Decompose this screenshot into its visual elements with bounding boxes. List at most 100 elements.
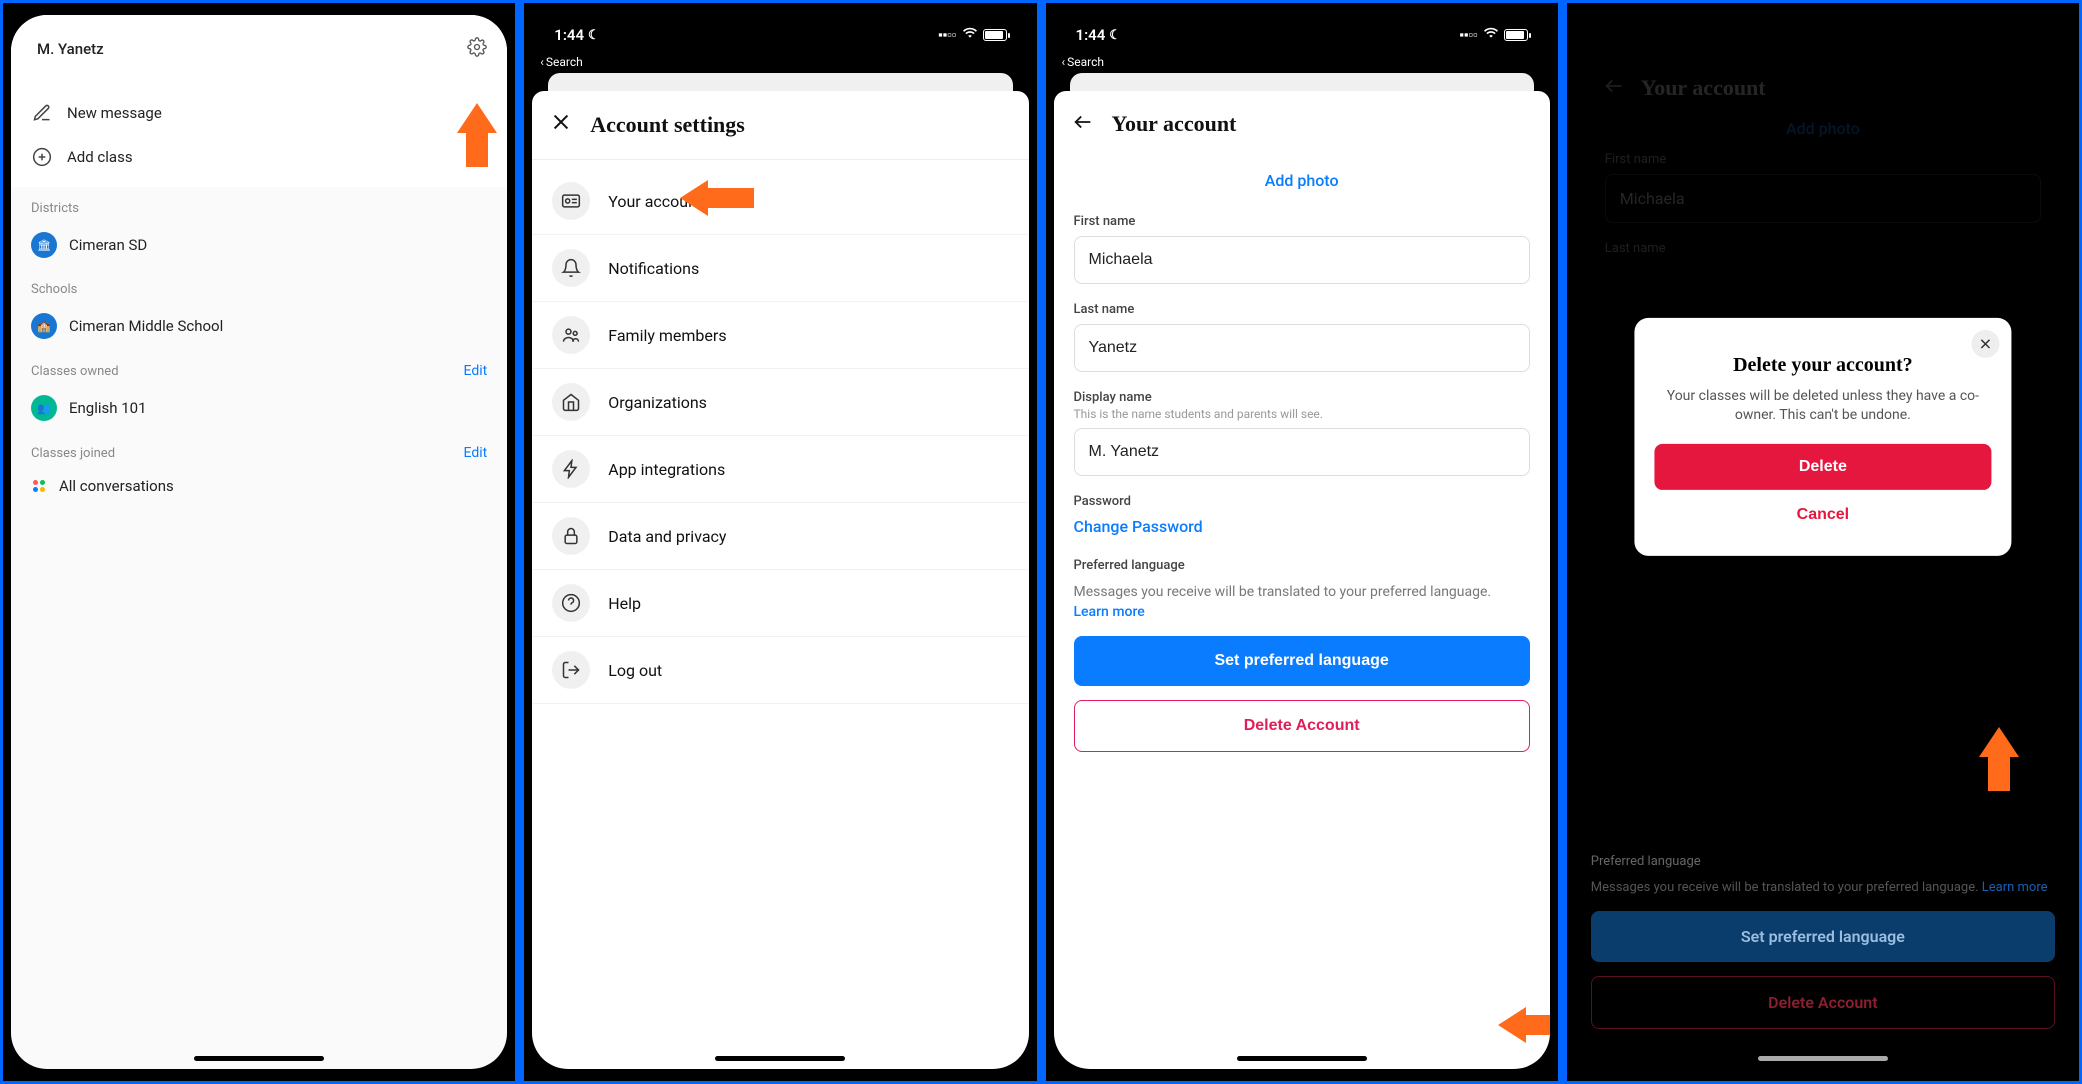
close-icon[interactable]: [1971, 330, 1999, 358]
display-name-label: Display name: [1074, 390, 1530, 405]
schools-heading: Schools: [31, 282, 77, 297]
status-bar: 1:44 ☾ ▪▪▫▫: [532, 15, 1028, 55]
preferred-language-hint: Messages you receive will be translated …: [1074, 583, 1530, 622]
annotation-arrow-icon: [680, 180, 708, 216]
password-label: Password: [1074, 494, 1530, 509]
settings-privacy[interactable]: Data and privacy: [532, 503, 1028, 570]
people-icon: [552, 316, 590, 354]
district-label: Cimeran SD: [69, 236, 147, 254]
annotation-arrow-icon: [1979, 727, 2019, 757]
preferred-language-label: Preferred language: [1074, 558, 1530, 573]
profile-name: M. Yanetz: [37, 40, 104, 58]
edit-owned-link[interactable]: Edit: [464, 363, 488, 379]
add-class-button[interactable]: Add class: [11, 135, 507, 179]
bolt-icon: [552, 450, 590, 488]
panel-sidebar: M. Yanetz New message Add class District…: [0, 0, 518, 1084]
battery-icon: [1504, 29, 1528, 41]
home-indicator: [715, 1056, 845, 1061]
add-photo-link[interactable]: Add photo: [1074, 161, 1530, 204]
districts-heading: Districts: [31, 201, 79, 216]
settings-your-account[interactable]: Your account: [532, 168, 1028, 235]
class-item[interactable]: 👥 English 101: [11, 385, 507, 431]
classes-owned-heading: Classes owned: [31, 364, 119, 379]
settings-item-label: Notifications: [608, 259, 699, 278]
status-time: 1:44: [554, 26, 584, 44]
lock-icon: [552, 517, 590, 555]
pref-lang-dim: Preferred language: [1591, 854, 2055, 869]
new-message-label: New message: [67, 104, 162, 122]
close-icon[interactable]: [550, 111, 574, 139]
all-conversations-item[interactable]: All conversations: [11, 467, 507, 505]
settings-item-label: Help: [608, 594, 641, 613]
add-class-label: Add class: [67, 148, 133, 166]
page-title: Account settings: [590, 112, 745, 138]
change-password-link[interactable]: Change Password: [1074, 517, 1530, 536]
plus-circle-icon: [31, 147, 53, 167]
confirm-delete-button[interactable]: Delete: [1654, 444, 1991, 490]
edit-joined-link[interactable]: Edit: [464, 445, 488, 461]
bell-icon: [552, 249, 590, 287]
settings-integrations[interactable]: App integrations: [532, 436, 1028, 503]
signal-icon: ▪▪▫▫: [938, 27, 956, 43]
logout-icon: [552, 651, 590, 689]
settings-organizations[interactable]: Organizations: [532, 369, 1028, 436]
settings-item-label: Organizations: [608, 393, 707, 412]
compose-icon: [31, 103, 53, 123]
delete-account-dim: Delete Account: [1591, 976, 2055, 1029]
school-item[interactable]: 🏫 Cimeran Middle School: [11, 303, 507, 349]
signal-icon: ▪▪▫▫: [1459, 27, 1477, 43]
settings-item-label: Family members: [608, 326, 726, 345]
set-lang-dim: Set preferred language: [1591, 911, 2055, 962]
first-name-input[interactable]: [1074, 236, 1530, 284]
panel-your-account: 1:44☾ ▪▪▫▫ ‹ Search Your account Add pho…: [1043, 0, 1561, 1084]
moon-icon: ☾: [588, 28, 600, 43]
back-to-search[interactable]: ‹ Search: [1054, 55, 1550, 73]
last-name-input[interactable]: [1074, 324, 1530, 372]
status-time: 1:44: [1076, 26, 1106, 44]
learn-more-link[interactable]: Learn more: [1074, 604, 1145, 620]
school-icon: 🏫: [31, 313, 57, 339]
back-to-search[interactable]: ‹ Search: [532, 55, 1028, 73]
settings-notifications[interactable]: Notifications: [532, 235, 1028, 302]
home-icon: [552, 383, 590, 421]
district-item[interactable]: 🏛 Cimeran SD: [11, 222, 507, 268]
set-language-button[interactable]: Set preferred language: [1074, 636, 1530, 686]
settings-item-label: App integrations: [608, 460, 725, 479]
wifi-icon: [962, 26, 978, 44]
display-name-hint: This is the name students and parents wi…: [1074, 407, 1530, 421]
moon-icon: ☾: [1109, 28, 1121, 43]
grid-dots-icon: [31, 478, 47, 494]
back-arrow-icon[interactable]: [1072, 111, 1096, 137]
building-icon: 🏛: [31, 232, 57, 258]
home-indicator: [1758, 1056, 1888, 1061]
home-indicator: [194, 1056, 324, 1061]
delete-confirmation-dialog: Delete your account? Your classes will b…: [1634, 318, 2011, 556]
new-message-button[interactable]: New message: [11, 91, 507, 135]
page-title: Your account: [1112, 111, 1237, 137]
annotation-arrow-icon: [457, 103, 497, 133]
panel-delete-dialog: Your account Add photo First name Michae…: [1564, 0, 2082, 1084]
help-icon: [552, 584, 590, 622]
last-name-label: Last name: [1074, 302, 1530, 317]
first-name-label: First name: [1074, 214, 1530, 229]
battery-icon: [983, 29, 1007, 41]
school-label: Cimeran Middle School: [69, 317, 223, 335]
gear-icon[interactable]: [467, 37, 487, 61]
settings-logout[interactable]: Log out: [532, 637, 1028, 704]
classes-joined-heading: Classes joined: [31, 446, 115, 461]
class-label: English 101: [69, 399, 147, 417]
display-name-input[interactable]: [1074, 428, 1530, 476]
id-card-icon: [552, 182, 590, 220]
all-conversations-label: All conversations: [59, 477, 174, 495]
settings-item-label: Log out: [608, 661, 662, 680]
dialog-body: Your classes will be deleted unless they…: [1654, 387, 1991, 426]
settings-item-label: Data and privacy: [608, 527, 726, 546]
settings-help[interactable]: Help: [532, 570, 1028, 637]
home-indicator: [1237, 1056, 1367, 1061]
settings-family[interactable]: Family members: [532, 302, 1028, 369]
status-bar: 1:44☾ ▪▪▫▫: [1054, 15, 1550, 55]
panel-account-settings: 1:44 ☾ ▪▪▫▫ ‹ Search Account settings: [521, 0, 1039, 1084]
cancel-button[interactable]: Cancel: [1654, 494, 1991, 536]
dialog-title: Delete your account?: [1654, 354, 1991, 377]
delete-account-button[interactable]: Delete Account: [1074, 700, 1530, 752]
